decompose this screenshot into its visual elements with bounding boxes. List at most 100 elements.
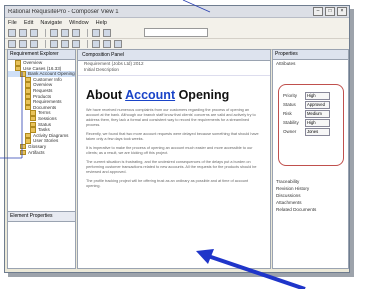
save-icon[interactable] [30,28,38,37]
tree-item-label: Activity Diagrams [33,132,69,138]
italic-icon[interactable] [19,40,27,48]
tree-item-label: Terms [38,110,51,116]
properties-preview-header: Element Properties [8,212,75,222]
title-prefix: About [86,88,126,102]
maximize-icon[interactable]: □ [325,7,335,16]
attribute-row: Risk Medium [283,109,343,118]
align-left-icon[interactable] [50,40,58,48]
tree-item-label: Requirements [33,99,62,105]
related-item[interactable]: Attachments [273,199,348,206]
bullet-list-icon[interactable] [92,40,100,48]
bold-icon[interactable] [8,40,16,48]
attribute-row: Stability High [283,118,343,127]
attribute-list: Priority High Status Approved Risk Medium Stab… [279,91,343,136]
folder-icon [20,149,26,156]
minimize-icon[interactable]: – [313,7,323,16]
numbered-list-icon[interactable] [103,40,111,48]
attribute-row: Owner Jones [283,127,343,136]
paragraph: The current situation is frustrating, an… [86,160,257,174]
align-center-icon[interactable] [61,40,69,48]
tree-item-label: Products [33,93,52,99]
paste-icon[interactable] [72,28,80,37]
underline-icon[interactable] [30,40,38,48]
tree-item-label: Overview [23,60,43,65]
application-window: Rational RequisitePro - Composer View 1 … [4,5,350,273]
article-body: About Account Opening We have received n… [78,76,270,189]
related-item[interactable]: Related Documents [273,206,348,213]
menu-bar: File Edit Navigate Window Help [5,18,349,27]
search-input[interactable] [144,28,208,37]
redo-icon[interactable] [103,28,111,37]
title-account-link[interactable]: Account [125,88,175,102]
tree-item-label: Artifacts [28,149,45,155]
attribute-select[interactable]: Medium [305,109,330,118]
tree-item-label: Bank Account Opening [28,71,75,77]
tree-item-label: Documents [33,104,57,110]
properties-preview-pane: Element Properties [8,211,75,268]
attributes-subheader: Attributes [276,61,296,66]
attribute-row: Status Approved [283,100,343,109]
related-list: Traceability Revision History Discussions A… [273,178,348,213]
page-title: About Account Opening [86,88,262,102]
tree-item-label: Tasks [38,127,50,133]
copy-icon[interactable] [61,28,69,37]
related-item[interactable]: Revision History [273,185,348,192]
toolbar-separator [87,40,88,48]
related-item[interactable]: Discussions [273,192,348,199]
explorer-header: Requirement Explorer [8,50,75,60]
toolbar-separator [45,40,46,48]
explorer-pane: Requirement Explorer Overview Use Cases (… [7,49,76,269]
new-icon[interactable] [8,28,16,37]
attribute-label: Owner [283,129,297,134]
attributes-highlight: Priority High Status Approved Risk Medium Stab… [278,84,344,166]
link-icon[interactable] [114,40,122,48]
open-icon[interactable] [19,28,27,37]
paragraph: The profile tracking project will be off… [86,179,249,188]
attribute-select[interactable]: High [305,118,330,127]
attribute-label: Risk [283,111,292,116]
properties-pane: Properties Attributes Priority High Status… [272,49,349,269]
menu-window[interactable]: Window [69,20,89,26]
attribute-label: Priority [283,93,298,98]
attribute-select[interactable]: Approved [305,100,330,109]
paragraph: Recently, we found that two more account… [86,132,259,141]
toolbar-separator [87,28,88,37]
tree-item-label: Use Cases (16.33) [23,65,62,71]
paragraph: We have received numerous complaints fro… [86,108,256,127]
tree-item-label: Requests [33,87,53,93]
toolbar-separator [45,28,46,37]
tree-item[interactable]: Artifacts [8,150,75,156]
title-suffix: Opening [175,88,230,102]
editor-pane: Composition Panel Requirement (Jobs Ltd)… [77,49,271,269]
paragraph-list: We have received numerous complaints fro… [86,108,262,189]
paragraph: It is imperative to make the process of … [86,146,253,155]
attribute-select[interactable]: Jones [305,127,330,136]
menu-edit[interactable]: Edit [24,20,33,26]
tree-item-label: User Stories [33,138,59,144]
cut-icon[interactable] [50,28,58,37]
close-icon[interactable]: × [337,7,347,16]
attribute-label: Status [283,102,296,107]
title-bar: Rational RequisitePro - Composer View 1 … [5,6,349,18]
related-item[interactable]: Traceability [273,178,348,185]
menu-navigate[interactable]: Navigate [40,20,62,26]
breadcrumb: Requirement (Jobs Ltd) 2012 Initial Desc… [78,61,270,76]
tree-item-label: Glossary [28,143,47,149]
tree-item-label: Status [38,121,52,127]
menu-help[interactable]: Help [96,20,107,26]
tree-item-label: Overview [33,82,53,88]
undo-icon[interactable] [92,28,100,37]
attribute-select[interactable]: High [305,91,330,100]
menu-file[interactable]: File [8,20,17,26]
main-toolbar [5,27,349,39]
breadcrumb-item[interactable]: Initial Description [84,67,270,73]
attribute-row: Priority High [283,91,343,100]
tree-item-label: Sessions [38,115,57,121]
properties-header: Properties [273,50,348,60]
align-right-icon[interactable] [72,40,80,48]
window-title: Rational RequisitePro - Composer View 1 [8,8,119,15]
tree-item-label: Customer Info [33,76,62,82]
explorer-tree: Overview Use Cases (16.33) Bank Account Op… [8,60,75,156]
attribute-label: Stability [283,120,299,125]
editor-tab[interactable]: Composition Panel [78,50,270,61]
